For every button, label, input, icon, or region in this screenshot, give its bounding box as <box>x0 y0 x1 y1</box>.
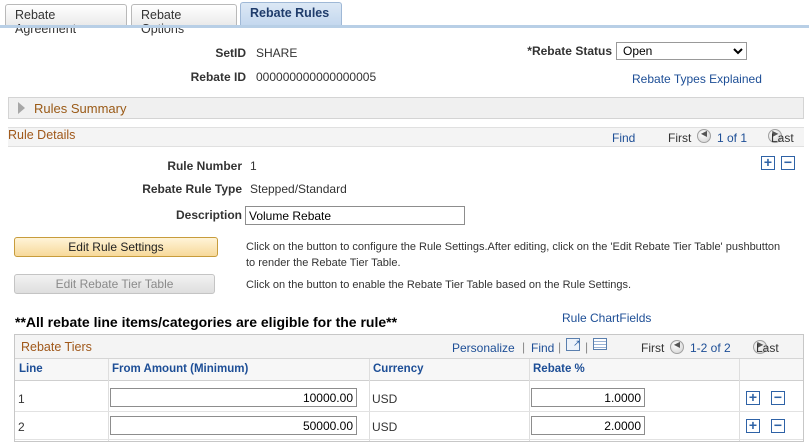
tab-rebate-options[interactable]: Rebate Options <box>131 4 237 36</box>
column-header-from-amount[interactable]: From Amount (Minimum) <box>108 359 369 381</box>
rule-details-first: First <box>668 131 692 145</box>
tiers-range: 1-2 of 2 <box>690 341 731 355</box>
rebate-tiers-header: Rebate Tiers Personalize | Find | ↗ | Fi… <box>15 335 803 359</box>
setid-value: SHARE <box>256 46 298 60</box>
eligibility-note: **All rebate line items/categories are e… <box>15 314 398 330</box>
rule-details-find-link[interactable]: Find <box>612 131 635 145</box>
edit-rule-settings-help: Click on the button to configure the Rul… <box>246 241 781 269</box>
add-row-button[interactable]: + <box>746 390 760 405</box>
tiers-find-link[interactable]: Find <box>531 341 554 355</box>
edit-tier-table-help: Click on the button to enable the Rebate… <box>246 279 632 291</box>
column-header-currency[interactable]: Currency <box>369 359 529 381</box>
tiers-prev-circle-icon[interactable]: ◀ <box>670 339 684 354</box>
remove-rule-button[interactable]: − <box>781 155 795 170</box>
currency-cell: USD <box>372 392 398 406</box>
tab-rebate-agreement[interactable]: Rebate Agreement <box>5 4 127 36</box>
tab-bar: Rebate Agreement Rebate Options Rebate R… <box>5 2 804 36</box>
from-amount-input[interactable] <box>110 416 357 435</box>
tab-rebate-rules[interactable]: Rebate Rules <box>240 2 342 26</box>
currency-cell: USD <box>372 420 398 434</box>
rebate-id-label: Rebate ID <box>190 70 246 84</box>
edit-rule-settings-button[interactable]: Edit Rule Settings <box>14 237 218 257</box>
from-amount-input[interactable] <box>110 388 357 407</box>
column-header-rebate-pct[interactable]: Rebate % <box>529 359 739 381</box>
rule-number-label: Rule Number <box>167 159 242 173</box>
grid-download-icon[interactable] <box>593 338 607 350</box>
tiers-first: First <box>641 341 665 355</box>
add-rule-button[interactable]: + <box>761 155 775 170</box>
rebate-pct-input[interactable] <box>531 416 645 435</box>
setid-label: SetID <box>215 46 246 60</box>
edit-rebate-tier-table-button[interactable]: Edit Rebate Tier Table <box>14 274 215 294</box>
rebate-types-explained-link[interactable]: Rebate Types Explained <box>632 72 762 86</box>
tiers-last: Last <box>756 341 779 355</box>
triangle-right-icon[interactable] <box>18 102 25 114</box>
rule-details-range: 1 of 1 <box>717 131 748 145</box>
rebate-status-select[interactable]: Open <box>616 42 747 60</box>
column-header-actions <box>739 359 803 381</box>
rule-type-value: Stepped/Standard <box>250 182 347 196</box>
description-label: Description <box>175 208 242 222</box>
rebate-id-value: 000000000000000005 <box>256 70 377 84</box>
rebate-tiers-title: Rebate Tiers <box>21 340 92 354</box>
delete-row-button[interactable]: − <box>771 418 785 433</box>
rebate-pct-input[interactable] <box>531 388 645 407</box>
line-cell: 2 <box>18 420 25 434</box>
delete-row-button[interactable]: − <box>771 390 785 405</box>
rule-details-last: Last <box>771 131 794 145</box>
line-cell: 1 <box>18 392 25 406</box>
table-row: 2 USD + − <box>15 413 803 440</box>
rule-details-title: Rule Details <box>8 128 76 142</box>
rule-number-value: 1 <box>250 159 257 173</box>
rule-chartfields-link[interactable]: Rule ChartFields <box>562 311 651 325</box>
tab-underline <box>0 25 809 28</box>
add-row-button[interactable]: + <box>746 418 760 433</box>
table-row: 1 USD + − <box>15 385 803 412</box>
rebate-tiers-grid: Rebate Tiers Personalize | Find | ↗ | Fi… <box>14 334 804 442</box>
column-header-line[interactable]: Line <box>15 359 108 381</box>
rules-summary-bar[interactable]: Rules Summary <box>8 97 804 119</box>
description-input[interactable] <box>245 206 465 225</box>
rebate-status-label: *Rebate Status <box>527 44 612 58</box>
rule-type-label: Rebate Rule Type <box>142 182 242 196</box>
prev-circle-icon[interactable]: ◀ <box>697 128 711 143</box>
personalize-link[interactable]: Personalize <box>452 341 515 355</box>
expand-window-icon[interactable]: ↗ <box>566 338 581 351</box>
rules-summary-title: Rules Summary <box>34 101 127 116</box>
